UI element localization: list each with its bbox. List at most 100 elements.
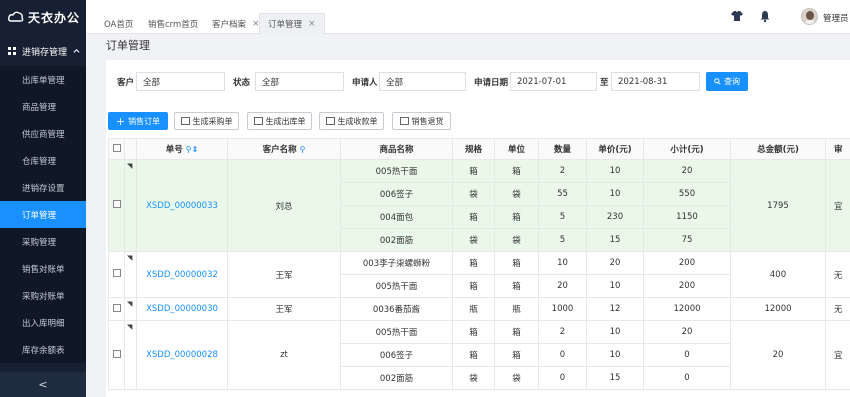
chevron-left-icon: < <box>38 378 48 391</box>
search-button[interactable]: 查询 <box>706 72 748 91</box>
total-amount-cell: 1795 <box>730 159 826 252</box>
row-checkbox[interactable] <box>108 320 125 390</box>
header-order-no[interactable]: 单号 ⚲⇕ <box>136 138 228 160</box>
spec-cell: 袋 <box>452 228 495 252</box>
total-amount-cell: 20 <box>730 320 826 390</box>
expand-icon[interactable]: ◥ <box>127 300 132 308</box>
plus-icon: + <box>115 114 126 128</box>
product-name-cell: 005热干面 <box>340 320 453 344</box>
sidebar-item[interactable]: 销售对账单 <box>0 255 86 282</box>
subtotal-cell: 12000 <box>643 297 731 321</box>
qty-cell: 0 <box>538 343 587 367</box>
expand-icon[interactable]: ◥ <box>127 323 132 331</box>
generate-receipt-label: 生成收款单 <box>337 116 378 126</box>
tab-label: 销售crm首页 <box>148 19 199 30</box>
expand-icon[interactable]: ◥ <box>127 254 132 262</box>
order-number-link[interactable]: XSDD_00000032 <box>136 251 228 298</box>
orders-table: 单号 ⚲⇕ 客户名称 ⚲ 商品名称 规格 单位 数量 单价(元) 小计(元) 总… <box>108 138 850 390</box>
header-qty: 数量 <box>538 138 587 160</box>
shirt-icon[interactable] <box>731 10 743 22</box>
expand-icon[interactable]: ◥ <box>127 162 132 170</box>
sales-return-button[interactable]: 销售退货 <box>392 112 451 130</box>
total-amount-cell: 400 <box>730 251 826 298</box>
header-subtotal: 小计(元) <box>643 138 731 160</box>
status-label: 状态 <box>233 78 251 88</box>
new-sales-order-button[interactable]: + 销售订单 <box>108 112 168 130</box>
status-select[interactable]: 全部 <box>255 72 344 91</box>
sidebar-item[interactable]: 采购管理 <box>0 228 86 255</box>
generate-outbound-label: 生成出库单 <box>265 116 306 126</box>
nav-group-inventory[interactable]: 进销存管理 <box>0 36 86 66</box>
subtotal-cell: 0 <box>643 366 731 390</box>
cloud-logo-icon <box>8 11 24 22</box>
row-checkbox[interactable] <box>108 297 125 321</box>
expand-toggle[interactable]: ◥ <box>124 251 137 298</box>
user-avatar[interactable] <box>801 8 818 25</box>
tab-1[interactable]: 销售crm首页 <box>140 13 206 34</box>
price-cell: 10 <box>586 320 644 344</box>
sidebar-item[interactable]: 出入库明细 <box>0 309 86 336</box>
date-from-input[interactable]: 2021-07-01 <box>510 72 597 91</box>
sales-return-label: 销售退货 <box>411 116 444 126</box>
chevron-up-icon <box>73 48 80 53</box>
app-logo[interactable]: 天衣办公 <box>0 0 86 34</box>
date-to-input[interactable]: 2021-08-31 <box>611 72 700 91</box>
product-name-cell: 004面包 <box>340 205 453 229</box>
customer-label: 客户 <box>117 78 135 88</box>
unit-cell: 箱 <box>494 343 539 367</box>
table-row[interactable]: ◥ XSDD_00000032 王军 003李子柒螺蛳粉箱箱 10 20 200 400 无 <box>108 251 850 298</box>
sidebar-item[interactable]: 出库单管理 <box>0 66 86 93</box>
customer-name-cell: 王军 <box>227 251 341 298</box>
unit-cell: 袋 <box>494 228 539 252</box>
table-row[interactable]: ◥ XSDD_00000030 王军 0036番茄酱瓶瓶 1000 12 12000 1200… <box>108 297 850 321</box>
search-label: 查询 <box>724 77 740 86</box>
subtotal-cell: 0 <box>643 343 731 367</box>
expand-toggle[interactable]: ◥ <box>124 297 137 321</box>
sidebar-item[interactable]: 商品管理 <box>0 93 86 120</box>
spec-cell: 袋 <box>452 366 495 390</box>
sidebar-item[interactable]: 仓库管理 <box>0 147 86 174</box>
expand-toggle[interactable]: ◥ <box>124 159 137 252</box>
tab-3[interactable]: 订单管理 × <box>259 13 325 34</box>
table-row[interactable]: ◥ XSDD_00000033 刘总 005热干面箱箱 2 10 20 1795 宜 <box>108 159 850 252</box>
generate-outbound-button[interactable]: 生成出库单 <box>247 112 312 130</box>
table-row[interactable]: ◥ XSDD_00000028 zt 005热干面箱箱 2 10 20 20 宜 <box>108 320 850 390</box>
generate-receipt-button[interactable]: 生成收款单 <box>319 112 384 130</box>
select-all-checkbox[interactable] <box>108 138 125 160</box>
sidebar-item[interactable]: 供应商管理 <box>0 120 86 147</box>
product-name-cell: 0036番茄酱 <box>340 297 453 321</box>
date-to-label: 至 <box>600 78 609 88</box>
product-name-cell: 005热干面 <box>340 159 453 183</box>
header-customer[interactable]: 客户名称 ⚲ <box>227 138 341 160</box>
tab-label: 订单管理 <box>268 20 303 30</box>
order-number-link[interactable]: XSDD_00000033 <box>136 159 228 252</box>
order-number-link[interactable]: XSDD_00000028 <box>136 320 228 390</box>
date-label: 申请日期 <box>474 78 509 88</box>
sidebar-item[interactable]: 进销存设置 <box>0 174 86 201</box>
user-name[interactable]: 管理员 <box>823 12 849 24</box>
sidebar-item[interactable]: 订单管理 <box>0 201 86 228</box>
bell-icon[interactable] <box>759 10 771 22</box>
order-number-link[interactable]: XSDD_00000030 <box>136 297 228 321</box>
sort-icon[interactable]: ⇕ <box>192 145 199 154</box>
row-checkbox[interactable] <box>108 251 125 298</box>
price-cell: 15 <box>586 366 644 390</box>
subtotal-cell: 550 <box>643 182 731 206</box>
applicant-select[interactable]: 全部 <box>379 72 466 91</box>
search-icon[interactable]: ⚲ <box>300 145 306 154</box>
price-cell: 10 <box>586 159 644 183</box>
sidebar-item[interactable]: 采购对账单 <box>0 282 86 309</box>
header-spec: 规格 <box>452 138 495 160</box>
sidebar-collapse-button[interactable]: < <box>0 372 86 397</box>
sidebar-item[interactable]: 库存余额表 <box>0 336 86 363</box>
expand-toggle[interactable]: ◥ <box>124 320 137 390</box>
generate-purchase-button[interactable]: 生成采购单 <box>174 112 239 130</box>
tab-0[interactable]: OA首页 <box>96 13 141 34</box>
review-cell: 宜 <box>825 320 850 390</box>
nav-group-label: 进销存管理 <box>22 47 68 58</box>
subtotal-cell: 200 <box>643 251 731 275</box>
customer-select[interactable]: 全部 <box>136 72 225 91</box>
row-checkbox[interactable] <box>108 159 125 252</box>
close-icon[interactable]: × <box>308 19 316 29</box>
applicant-label: 申请人 <box>352 78 378 88</box>
